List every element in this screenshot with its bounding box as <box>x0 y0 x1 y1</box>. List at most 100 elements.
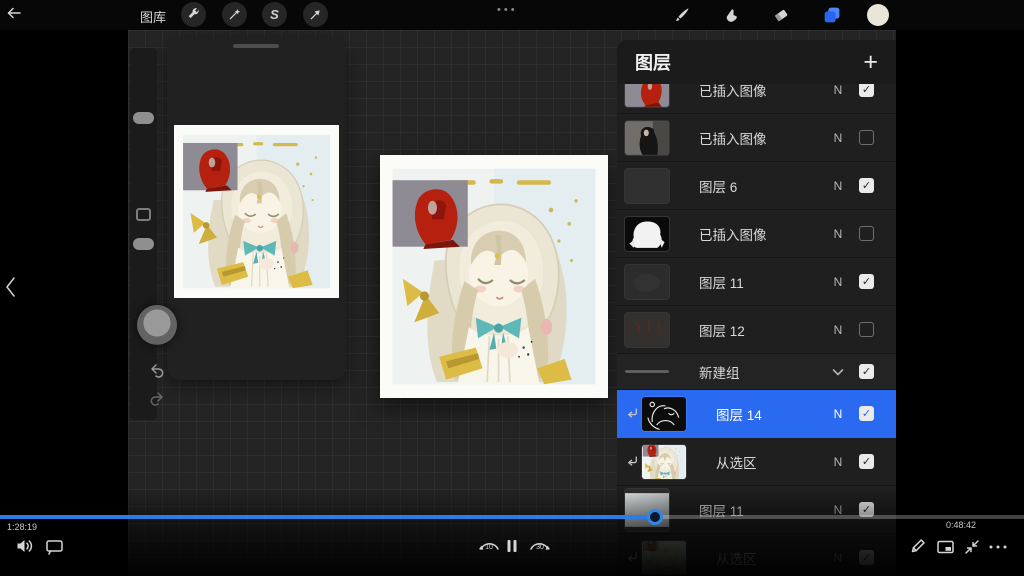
add-layer-button[interactable]: + <box>863 52 878 72</box>
pause-button[interactable] <box>505 538 519 554</box>
blend-mode-button[interactable]: N <box>829 323 847 337</box>
visibility-checkbox[interactable]: ✓ <box>859 178 874 193</box>
remaining-time: 0:48:42 <box>946 520 976 530</box>
visibility-checkbox[interactable]: ✓ <box>859 274 874 289</box>
brush-icon <box>673 6 691 24</box>
chevron-left-icon <box>1 274 21 300</box>
more-options-button[interactable] <box>988 543 1008 551</box>
blend-mode-button[interactable]: N <box>829 84 847 97</box>
layer-row[interactable]: 图层 14 N ✓ <box>617 390 896 438</box>
selection-button[interactable]: S <box>262 2 287 27</box>
back-arrow-icon <box>5 4 23 22</box>
brush-tool-button[interactable] <box>670 3 694 27</box>
layer-thumbnail[interactable] <box>625 265 669 299</box>
brush-size-slider[interactable] <box>133 112 154 124</box>
layer-row[interactable]: 从选区N✓ <box>617 438 896 486</box>
selection-s-icon: S <box>270 7 279 22</box>
blend-mode-button[interactable]: N <box>829 275 847 289</box>
blend-mode-button[interactable]: N <box>829 551 847 565</box>
blend-mode-button[interactable]: N <box>829 455 847 469</box>
layer-name: 图层 14 <box>716 404 762 424</box>
visibility-checkbox[interactable]: ✓ <box>859 550 874 565</box>
rewind-10-button[interactable]: 10 <box>477 535 501 557</box>
color-swatch-button[interactable] <box>867 4 889 26</box>
layer-thumbnail[interactable] <box>625 217 669 251</box>
redo-button[interactable] <box>148 390 166 413</box>
blend-mode-button[interactable]: N <box>829 179 847 193</box>
layer-name: 图层 6 <box>699 176 737 196</box>
visibility-checkbox[interactable]: ✓ <box>859 406 874 421</box>
volume-button[interactable] <box>16 538 34 554</box>
reference-image <box>174 125 339 298</box>
transform-arrow-icon <box>308 7 323 22</box>
layer-thumbnail[interactable] <box>642 397 686 431</box>
visibility-checkbox[interactable] <box>859 226 874 241</box>
forward-seconds-label: 30 <box>528 544 552 551</box>
transform-button[interactable] <box>303 2 328 27</box>
layer-thumbnail[interactable] <box>642 541 686 575</box>
wrench-icon <box>186 7 201 22</box>
edit-video-button[interactable] <box>909 537 927 555</box>
pip-button[interactable] <box>936 539 955 555</box>
pencil-icon <box>909 537 927 555</box>
picture-in-picture-icon <box>936 539 955 555</box>
actions-wrench-button[interactable] <box>181 2 206 27</box>
back-button[interactable] <box>5 4 23 22</box>
smudge-finger-icon <box>722 6 740 24</box>
shrink-player-button[interactable] <box>963 538 981 556</box>
layer-thumbnail[interactable] <box>625 169 669 203</box>
ellipsis-icon <box>988 543 1008 551</box>
visibility-checkbox[interactable]: ✓ <box>859 84 874 97</box>
layer-name: 图层 11 <box>699 272 744 292</box>
layer-row[interactable]: 图层 6 N ✓ <box>617 162 896 210</box>
layers-panel-button[interactable] <box>820 3 844 27</box>
layers-list: 已插入图像N✓已插入图像N图层 6N✓已插入图像N图层 11N✓图层 12N新建… <box>617 84 896 576</box>
video-timeline[interactable] <box>0 515 1024 519</box>
speaker-icon <box>16 538 34 554</box>
collapse-arrows-icon <box>963 538 981 556</box>
layer-name: 已插入图像 <box>699 128 767 148</box>
layer-row[interactable]: 已插入图像N✓ <box>617 84 896 114</box>
layer-row[interactable]: 图层 11 N ✓ <box>617 258 896 306</box>
main-canvas[interactable] <box>380 155 608 398</box>
clipping-mask-icon <box>626 551 639 564</box>
blend-mode-button[interactable]: N <box>829 407 847 421</box>
layer-row[interactable]: 已插入图像 N <box>617 114 896 162</box>
gallery-button[interactable]: 图库 <box>140 7 166 26</box>
blend-mode-button[interactable]: N <box>829 227 847 241</box>
layers-panel: 已插入图像N✓已插入图像N图层 6N✓已插入图像N图层 11N✓图层 12N新建… <box>617 40 896 576</box>
blend-mode-button[interactable]: N <box>829 131 847 145</box>
player-menu-dots[interactable]: ••• <box>497 4 518 16</box>
layer-row[interactable]: 已插入图像N <box>617 210 896 258</box>
undo-button[interactable] <box>148 362 166 385</box>
timeline-progress <box>0 515 655 519</box>
layer-thumbnail[interactable] <box>642 445 686 479</box>
clipping-mask-icon <box>626 455 639 468</box>
smudge-tool-button[interactable] <box>719 3 743 27</box>
current-time: 1:28:19 <box>7 522 37 532</box>
layer-group-row[interactable]: 新建组✓ <box>617 354 896 390</box>
sidebar-modify-circle[interactable] <box>137 305 177 345</box>
modify-button[interactable] <box>136 208 151 221</box>
opacity-slider[interactable] <box>133 238 154 250</box>
layer-thumbnail[interactable] <box>625 489 669 531</box>
group-thumbnail-bar <box>625 370 669 373</box>
layer-row[interactable]: 从选区N✓ <box>617 534 896 576</box>
eraser-tool-button[interactable] <box>769 3 793 27</box>
layer-thumbnail[interactable] <box>625 121 669 155</box>
chevron-down-icon[interactable] <box>830 364 846 380</box>
adjustments-button[interactable] <box>222 2 247 27</box>
visibility-checkbox[interactable] <box>859 322 874 337</box>
screen-box-icon <box>45 538 64 555</box>
collapse-sidebar-button[interactable] <box>1 274 21 300</box>
visibility-checkbox[interactable]: ✓ <box>859 454 874 469</box>
subtitle-button[interactable] <box>45 538 64 555</box>
layer-thumbnail[interactable] <box>625 313 669 347</box>
visibility-checkbox[interactable]: ✓ <box>859 364 874 379</box>
visibility-checkbox[interactable] <box>859 130 874 145</box>
rewind-seconds-label: 10 <box>477 544 501 551</box>
layer-thumbnail[interactable] <box>625 84 669 107</box>
layer-row[interactable]: 图层 12N <box>617 306 896 354</box>
forward-30-button[interactable]: 30 <box>528 535 552 557</box>
panel-drag-handle[interactable] <box>233 44 279 48</box>
